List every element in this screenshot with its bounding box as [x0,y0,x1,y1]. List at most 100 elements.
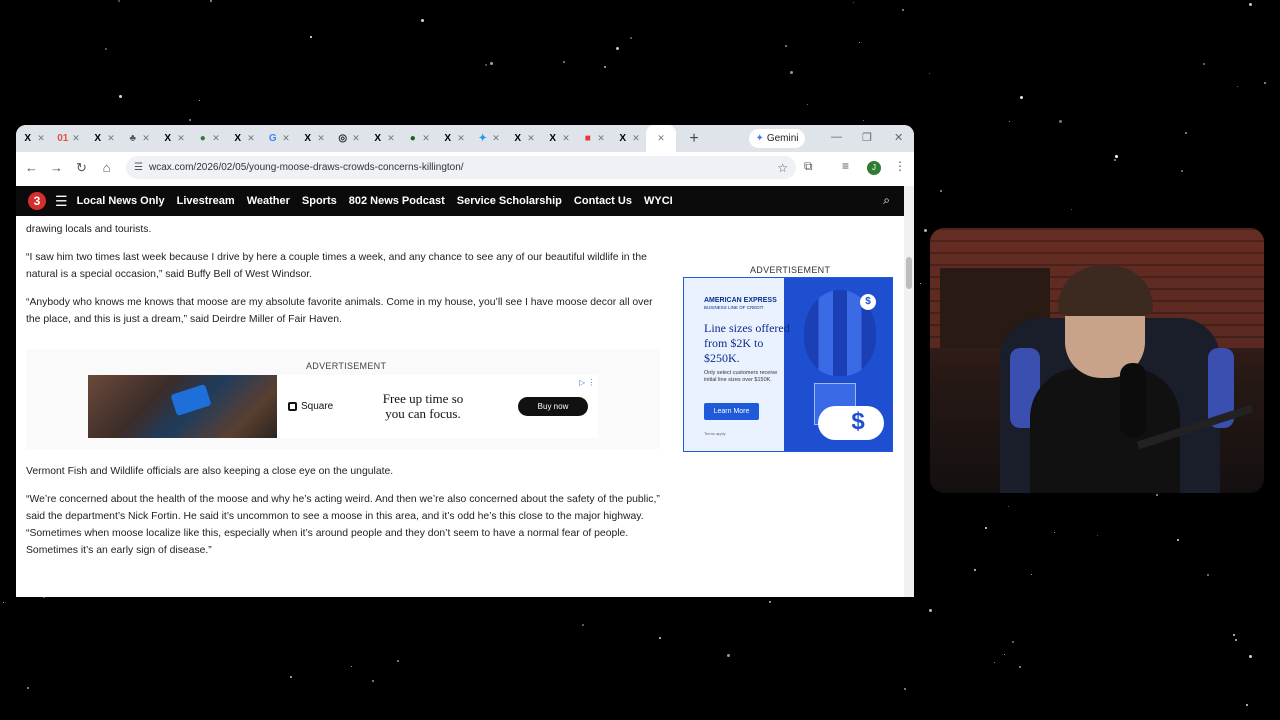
url-text: wcax.com/2026/02/05/young-moose-draws-cr… [148,162,464,173]
star [105,48,107,50]
search-icon[interactable]: ⌕ [883,193,890,208]
gemini-button[interactable]: ✦ Gemini [749,129,805,148]
star [616,47,619,50]
nav-local-news-only[interactable]: Local News Only [77,195,165,207]
star [189,119,191,121]
close-tab-icon[interactable]: ✕ [527,133,535,144]
menu-icon[interactable]: ⋮ [894,159,906,173]
scrollbar-track[interactable] [904,186,914,597]
browser-tab[interactable]: X ✕ [366,125,401,152]
github-favicon-icon: ◎ [338,133,348,144]
close-tab-icon[interactable]: ✕ [597,133,605,144]
site-info-icon[interactable]: ☰ [134,162,143,173]
browser-tab[interactable]: X ✕ [156,125,191,152]
forward-icon[interactable]: → [44,160,69,175]
star [1185,132,1187,134]
nav-contact-us[interactable]: Contact Us [574,195,632,207]
square-brand-label: Square [301,401,334,412]
x-logo-icon: X [549,133,557,144]
browser-tab[interactable]: ♣ ✕ [121,125,156,152]
browser-tab[interactable]: X ✕ [541,125,576,152]
close-tab-icon[interactable]: ✕ [107,133,115,144]
active-browser-tab[interactable]: ✕ [646,125,676,152]
nav-weather[interactable]: Weather [247,195,290,207]
x-logo-icon: X [444,133,452,144]
close-tab-icon[interactable]: ✕ [457,133,465,144]
close-tab-icon[interactable]: ✕ [212,133,220,144]
close-tab-icon[interactable]: ✕ [72,133,80,144]
back-icon[interactable]: ← [19,160,44,175]
station-logo[interactable]: 3 [28,192,46,210]
browser-tab[interactable]: ● ✕ [191,125,226,152]
inline-ad-container: ADVERTISEMENT ▷ ⋮ Square Free up time so… [26,349,660,449]
browser-tab[interactable]: X ✕ [611,125,646,152]
browser-tab[interactable]: ◎ ✕ [331,125,366,152]
amex-brand: AMERICAN EXPRESS [704,297,777,304]
browser-tab[interactable]: X ✕ [86,125,121,152]
close-tab-icon[interactable]: ✕ [352,133,360,144]
star [199,100,200,101]
star [1237,86,1238,87]
hamburger-menu-icon[interactable]: ☰ [55,193,68,210]
article-paragraph: “I saw him two times last week because I… [26,252,647,280]
article-paragraph: Vermont Fish and Wildlife officials are … [26,466,394,477]
red-square-favicon-icon: ■ [584,133,591,144]
browser-tab[interactable]: ✦ ✕ [471,125,506,152]
star [397,660,399,662]
browser-tab[interactable]: ● ✕ [401,125,436,152]
nav-sports[interactable]: Sports [302,195,337,207]
close-tab-icon[interactable]: ✕ [422,133,430,144]
browser-tab[interactable]: X ✕ [436,125,471,152]
close-tab-icon[interactable]: ✕ [247,133,255,144]
media-control-icon[interactable]: ≡ [842,159,849,173]
close-tab-icon[interactable]: ✕ [317,133,325,144]
address-bar[interactable]: ☰ wcax.com/2026/02/05/young-moose-draws-… [126,156,796,179]
scrollbar-thumb[interactable] [906,257,912,289]
star [1203,63,1205,65]
close-tab-icon[interactable]: ✕ [562,133,570,144]
amex-ad[interactable]: $ $ AMERICAN EXPRESS BUSINESS LINE OF CR… [683,277,893,452]
star [1264,82,1266,84]
close-tab-icon[interactable]: ✕ [657,133,665,144]
nav-wyci[interactable]: WYCI [644,195,673,207]
new-tab-icon[interactable]: + [682,130,706,148]
home-icon[interactable]: ⌂ [94,160,119,175]
nav-livestream[interactable]: Livestream [177,195,235,207]
profile-avatar[interactable]: J [867,161,881,175]
nav-802-news-podcast[interactable]: 802 News Podcast [349,195,445,207]
dollar-icon: $ [851,408,865,435]
close-window-icon[interactable]: ✕ [894,131,903,144]
amex-terms: Terms apply [704,431,726,436]
x-logo-icon: X [94,133,102,144]
minimize-icon[interactable]: — [831,131,842,143]
reload-icon[interactable]: ↻ [69,160,94,176]
close-tab-icon[interactable]: ✕ [177,133,185,144]
advertisement-label: ADVERTISEMENT [306,361,387,371]
x-logo-icon: X [304,133,312,144]
square-ad[interactable]: ▷ ⋮ Square Free up time so you can focus… [88,375,598,438]
browser-tab[interactable]: 01 ✕ [51,125,86,152]
browser-tab[interactable]: X ✕ [16,125,51,152]
maximize-icon[interactable]: ❐ [862,131,872,144]
buy-now-button[interactable]: Buy now [518,397,588,416]
browser-tab[interactable]: X ✕ [226,125,261,152]
browser-tab[interactable]: ■ ✕ [576,125,611,152]
adchoices-icon[interactable]: ▷ ⋮ [579,378,595,387]
star [27,687,29,689]
square-brand: Square [288,401,333,412]
browser-tab[interactable]: X ✕ [506,125,541,152]
close-tab-icon[interactable]: ✕ [142,133,150,144]
star [3,602,4,603]
browser-tab[interactable]: G ✕ [261,125,296,152]
close-tab-icon[interactable]: ✕ [37,133,45,144]
close-tab-icon[interactable]: ✕ [387,133,395,144]
learn-more-button[interactable]: Learn More [704,403,759,420]
close-tab-icon[interactable]: ✕ [492,133,500,144]
close-tab-icon[interactable]: ✕ [632,133,640,144]
browser-tab[interactable]: X ✕ [296,125,331,152]
close-tab-icon[interactable]: ✕ [282,133,290,144]
cast-icon[interactable]: ⧉ [804,159,813,174]
star [1054,532,1055,533]
nav-service-scholarship[interactable]: Service Scholarship [457,195,562,207]
bookmark-star-icon[interactable]: ☆ [777,161,788,175]
